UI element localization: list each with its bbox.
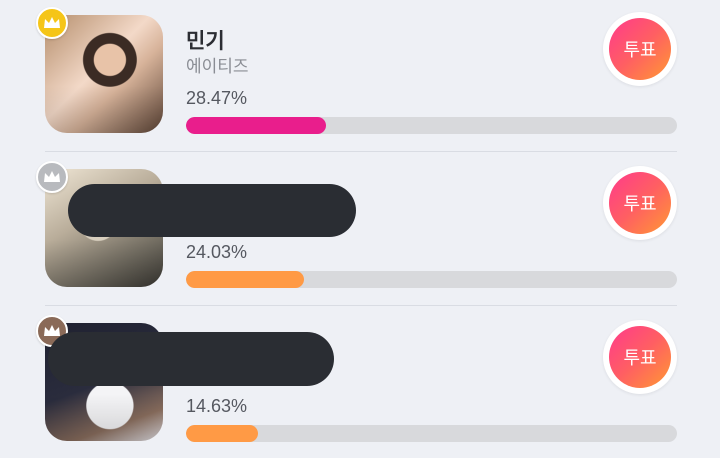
vote-progress-track — [186, 271, 677, 288]
vote-progress-fill — [186, 425, 258, 442]
vote-progress-track — [186, 117, 677, 134]
vote-progress-fill — [186, 117, 326, 134]
ranking-list: 민기 에이티즈 28.47% 투표 24.03% 투표 14.63% 투표 — [0, 0, 720, 458]
vote-percent: 24.03% — [186, 242, 248, 262]
vote-button[interactable]: 투표 — [603, 320, 677, 394]
redaction-bar — [68, 184, 356, 237]
vote-percent: 28.47% — [186, 88, 248, 108]
divider — [45, 305, 677, 306]
vote-progress-track — [186, 425, 677, 442]
ranking-item-2[interactable]: 24.03% 투표 — [0, 154, 720, 304]
silver-crown-icon — [36, 161, 68, 193]
vote-button-label: 투표 — [609, 18, 671, 80]
artist-name: 민기 — [186, 30, 225, 53]
vote-button-label: 투표 — [609, 326, 671, 388]
vote-button[interactable]: 투표 — [603, 12, 677, 86]
group-name: 에이티즈 — [186, 57, 249, 76]
redaction-bar — [48, 332, 334, 386]
divider — [45, 151, 677, 152]
ranking-item-1[interactable]: 민기 에이티즈 28.47% 투표 — [0, 0, 720, 150]
ranking-item-3[interactable]: 14.63% 투표 — [0, 308, 720, 458]
vote-progress-fill — [186, 271, 304, 288]
vote-button-label: 투표 — [609, 172, 671, 234]
vote-percent: 14.63% — [186, 396, 248, 416]
vote-button[interactable]: 투표 — [603, 166, 677, 240]
gold-crown-icon — [36, 7, 68, 39]
